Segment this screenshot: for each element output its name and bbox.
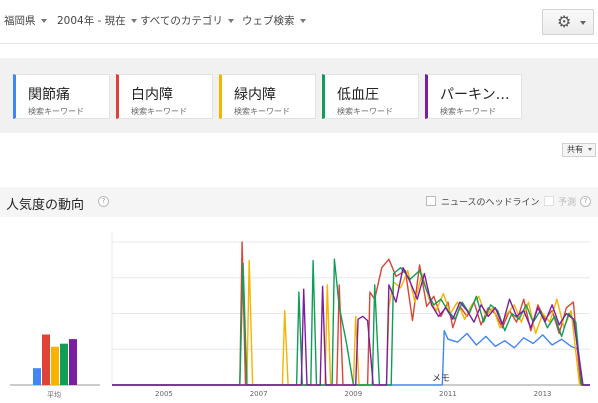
x-tick-label: 2013 — [533, 390, 552, 398]
average-bar — [42, 334, 50, 385]
memo-annotation: メモ — [432, 374, 451, 384]
average-bar — [33, 368, 41, 385]
series-line — [112, 330, 590, 386]
average-label: 平均 — [47, 391, 61, 399]
x-tick-label: 2009 — [344, 390, 363, 398]
average-bar — [69, 339, 77, 385]
x-tick-label: 2005 — [155, 390, 173, 398]
x-tick-label: 2011 — [439, 390, 457, 398]
x-tick-label: 2007 — [249, 390, 268, 398]
average-bars — [33, 334, 77, 385]
average-bar — [51, 346, 59, 385]
interest-over-time-chart — [10, 232, 590, 386]
average-bar — [60, 343, 68, 385]
